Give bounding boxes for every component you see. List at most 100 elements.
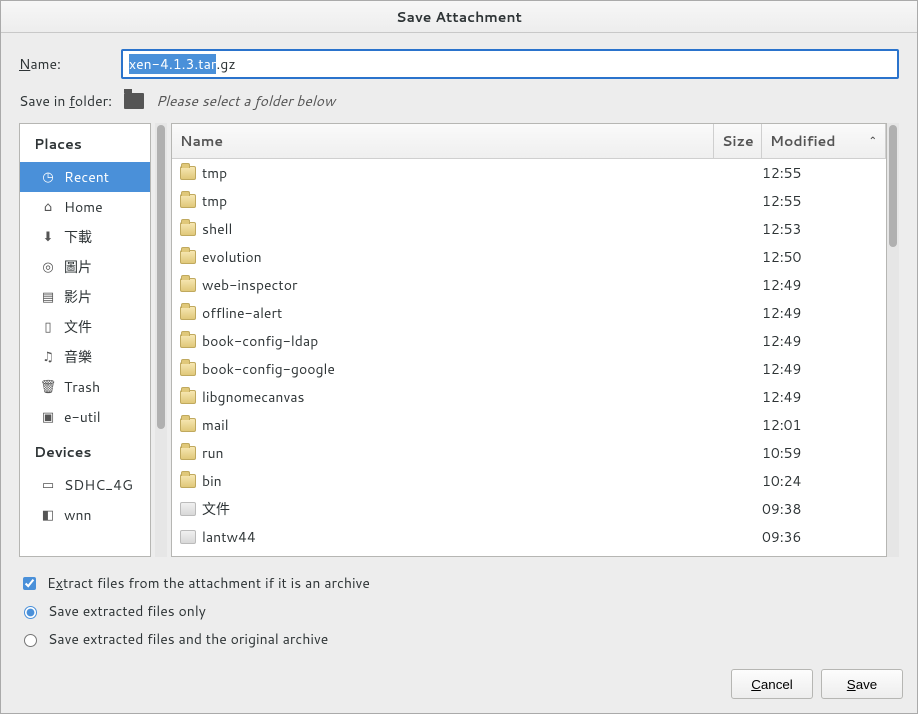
places-item-label: 文件: [64, 317, 92, 337]
file-name: mail: [202, 415, 229, 435]
file-row[interactable]: web-inspector 12:49: [172, 271, 886, 299]
places-item-label: e-util: [64, 407, 101, 427]
file-list-scrollbar[interactable]: [887, 123, 899, 557]
devices-item-label: wnn: [64, 505, 92, 525]
file-modified: 12:49: [762, 359, 878, 379]
places-item-home[interactable]: ⌂Home: [20, 192, 150, 222]
folder-icon: [180, 306, 196, 320]
places-item-圖片[interactable]: ◎圖片: [20, 252, 150, 282]
places-item-音樂[interactable]: ♫音樂: [20, 342, 150, 372]
extract-label: Extract files from the attachment if it …: [47, 573, 370, 593]
music-icon: ♫: [40, 349, 56, 365]
places-scrollbar[interactable]: [155, 123, 167, 557]
file-row[interactable]: book-config-ldap12:49: [172, 327, 886, 355]
save-button[interactable]: Save: [821, 669, 903, 699]
devices-item-wnn[interactable]: ◧wnn: [20, 500, 150, 530]
file-browser: Places ◷Recent⌂Home ⬇ 下載 ◎圖片 ▤ 影片 ▯ 文件 ♫音樂🗑Trash…: [19, 123, 899, 557]
file-row[interactable]: tmp 12:55: [172, 187, 886, 215]
camera-icon: ◎: [40, 259, 56, 275]
file-name: bin: [202, 471, 222, 491]
folder-icon: [180, 222, 196, 236]
radio-save-only-input[interactable]: [24, 606, 37, 619]
places-item-label: 影片: [64, 287, 92, 307]
file-row[interactable]: libgnomecanvas 12:49: [172, 383, 886, 411]
folder-icon: [180, 278, 196, 292]
folder-icon: [180, 446, 196, 460]
folder-icon: [180, 390, 196, 404]
doc-icon: ▯: [40, 319, 56, 335]
places-item-label: Trash: [64, 377, 100, 397]
extract-checkbox-input[interactable]: [23, 577, 36, 590]
name-input-selection: xen-4.1.3.tar: [129, 54, 216, 74]
save-attachment-dialog: Save Attachment Name: xen-4.1.3.tar.gz S…: [0, 0, 918, 714]
file-row[interactable]: offline-alert12:49: [172, 299, 886, 327]
name-input[interactable]: xen-4.1.3.tar.gz: [121, 49, 899, 79]
file-name: tmp: [202, 191, 227, 211]
file-list-body: tmp12:55tmp12:55shell12:53evolution12:50…: [172, 159, 886, 556]
folder-icon: [180, 166, 196, 180]
file-row[interactable]: mail 12:01: [172, 411, 886, 439]
file-row[interactable]: run10:59: [172, 439, 886, 467]
folder-hint: Please select a folder below: [156, 91, 335, 111]
column-size[interactable]: Size: [714, 124, 762, 158]
places-item-文件[interactable]: ▯ 文件: [20, 312, 150, 342]
radio-save-only[interactable]: Save extracted files only: [19, 601, 899, 621]
clock-icon: ◷: [40, 169, 56, 185]
file-modified: 12:49: [762, 275, 878, 295]
devices-item-label: SDHC_4G: [64, 475, 133, 495]
file-row[interactable]: 文件 09:38: [172, 495, 886, 523]
file-name: evolution: [202, 247, 262, 267]
radio-save-only-label: Save extracted files only: [48, 601, 206, 621]
places-item-label: 下載: [64, 227, 92, 247]
file-name: lantw44: [202, 527, 256, 547]
cancel-button[interactable]: Cancel: [731, 669, 813, 699]
places-item-recent[interactable]: ◷Recent: [20, 162, 150, 192]
name-label: Name:: [19, 54, 61, 74]
places-item-下載[interactable]: ⬇ 下載: [20, 222, 150, 252]
folder-icon: [180, 418, 196, 432]
places-item-e-util[interactable]: ▣e-util: [20, 402, 150, 432]
file-modified: 12:55: [762, 191, 878, 211]
devices-item-sdhc_4g[interactable]: ▭SDHC_4G: [20, 470, 150, 500]
places-scroll: Places ◷Recent⌂Home ⬇ 下載 ◎圖片 ▤ 影片 ▯ 文件 ♫音樂🗑Trash…: [20, 124, 150, 556]
folder-icon: [180, 334, 196, 348]
file-row[interactable]: book-config-google12:49: [172, 355, 886, 383]
file-name: web-inspector: [202, 275, 297, 295]
sort-asc-icon: ⌃: [869, 134, 877, 148]
file-list: Name Size Modified⌃ tmp12:55tmp12:55shel…: [171, 123, 887, 557]
folder-icon: [180, 362, 196, 376]
file-modified: 12:49: [762, 387, 878, 407]
folder-icon: [124, 93, 144, 109]
file-row[interactable]: tmp12:55: [172, 159, 886, 187]
file-modified: 12:01: [762, 415, 878, 435]
name-row: Name: xen-4.1.3.tar.gz: [19, 49, 899, 79]
folder-icon: [180, 474, 196, 488]
file-pane: Name Size Modified⌃ tmp12:55tmp12:55shel…: [171, 123, 899, 557]
radio-save-both[interactable]: Save extracted files and the original ar…: [19, 629, 899, 649]
places-item-影片[interactable]: ▤ 影片: [20, 282, 150, 312]
file-name: libgnomecanvas: [202, 387, 305, 407]
devices-header: Devices: [20, 432, 150, 470]
dialog-buttons: Cancel Save: [1, 661, 917, 713]
file-name: 文件: [202, 499, 230, 519]
file-row[interactable]: shell12:53: [172, 215, 886, 243]
folder-icon: [180, 250, 196, 264]
film-icon: ▤: [40, 289, 56, 305]
extract-checkbox[interactable]: Extract files from the attachment if it …: [19, 573, 899, 593]
places-panel: Places ◷Recent⌂Home ⬇ 下載 ◎圖片 ▤ 影片 ▯ 文件 ♫音樂🗑Trash…: [19, 123, 151, 557]
places-item-trash[interactable]: 🗑Trash: [20, 372, 150, 402]
file-row[interactable]: bin10:24: [172, 467, 886, 495]
file-row[interactable]: evolution 12:50: [172, 243, 886, 271]
column-name[interactable]: Name: [172, 124, 714, 158]
file-modified: 09:38: [762, 499, 878, 519]
column-modified[interactable]: Modified⌃: [762, 124, 886, 158]
radio-save-both-input[interactable]: [24, 634, 37, 647]
places-header: Places: [20, 124, 150, 162]
file-name: run: [202, 443, 224, 463]
file-modified: 12:50: [762, 247, 878, 267]
file-row[interactable]: lantw4409:36: [172, 523, 886, 551]
folder-icon: [180, 194, 196, 208]
download-icon: ⬇: [40, 229, 56, 245]
file-modified: 12:49: [762, 303, 878, 323]
folder-row: Save in folder: Please select a folder b…: [19, 91, 899, 111]
